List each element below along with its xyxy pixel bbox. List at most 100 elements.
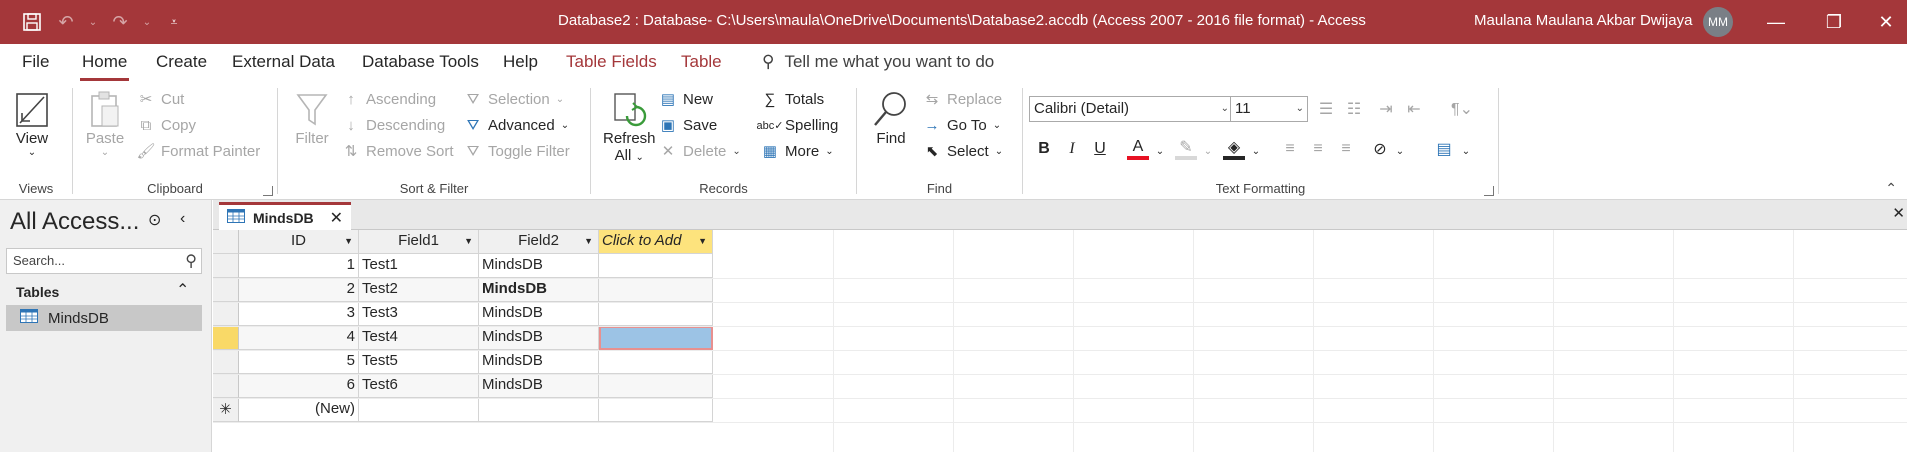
column-header-field1[interactable]: Field1 ▼ [359, 230, 479, 254]
undo-dropdown-icon[interactable]: ⌄ [88, 10, 98, 34]
table-row[interactable]: 5 Test5 MindsDB [213, 350, 713, 374]
record-selector[interactable] [213, 278, 239, 302]
nav-item-mindsdb[interactable]: MindsDB [6, 305, 202, 331]
cell-id[interactable]: 3 [239, 302, 359, 326]
close-tab-icon[interactable]: ✕ [330, 208, 343, 228]
tab-table-fields[interactable]: Table Fields [566, 52, 657, 72]
save-icon[interactable] [20, 10, 44, 34]
advanced-button[interactable]: ⛛ Advanced ⌄ [464, 116, 569, 134]
align-center-icon[interactable]: ≡ [1307, 138, 1329, 160]
column-header-id[interactable]: ID ▼ [239, 230, 359, 254]
bullets-icon[interactable]: ☰ [1315, 98, 1337, 120]
redo-icon[interactable]: ↷ [108, 10, 132, 34]
toggle-filter-button[interactable]: ⛛ Toggle Filter [464, 142, 570, 160]
chevron-down-icon[interactable]: ⌄ [1389, 140, 1411, 162]
column-header-field2[interactable]: Field2 ▼ [479, 230, 599, 254]
record-selector[interactable] [213, 254, 239, 278]
increase-indent-icon[interactable]: ⇥ [1375, 98, 1397, 120]
record-selector[interactable] [213, 302, 239, 326]
spelling-button[interactable]: abc✓ Spelling [757, 116, 839, 134]
select-all-corner[interactable] [213, 230, 239, 254]
more-button[interactable]: ▦ More ⌄ [761, 142, 834, 161]
record-selector[interactable] [213, 374, 239, 398]
tell-me-search[interactable]: ⚲ Tell me what you want to do [762, 52, 994, 72]
view-button[interactable]: View ⌄ [12, 90, 52, 158]
tab-external-data[interactable]: External Data [232, 52, 335, 72]
highlight-icon[interactable]: ✎ [1175, 138, 1197, 160]
record-selector[interactable] [213, 350, 239, 374]
font-color-icon[interactable]: A [1127, 138, 1149, 160]
copy-button[interactable]: ⧉ Copy [137, 116, 196, 134]
close-document-icon[interactable]: ✕ [1892, 204, 1905, 222]
tab-database-tools[interactable]: Database Tools [362, 52, 479, 72]
customize-qat-icon[interactable]: ⩡ [162, 10, 186, 34]
cell-field1[interactable]: Test3 [359, 302, 479, 326]
nav-section-tables[interactable]: Tables [16, 284, 59, 300]
cell-field1[interactable]: Test1 [359, 254, 479, 278]
table-row[interactable]: 6 Test6 MindsDB [213, 374, 713, 398]
cell-field1[interactable]: Test6 [359, 374, 479, 398]
cell-add[interactable] [599, 278, 713, 302]
italic-icon[interactable]: I [1061, 138, 1083, 160]
redo-dropdown-icon[interactable]: ⌄ [142, 10, 152, 34]
cell-field1[interactable]: Test2 [359, 278, 479, 302]
cell-id[interactable]: 4 [239, 326, 359, 350]
cell-id[interactable]: 5 [239, 350, 359, 374]
avatar[interactable]: MM [1703, 7, 1733, 37]
chevron-down-icon[interactable]: ⌄ [1245, 140, 1267, 162]
table-row[interactable]: 1 Test1 MindsDB [213, 254, 713, 278]
tab-create[interactable]: Create [156, 52, 207, 72]
undo-icon[interactable]: ↶ [54, 10, 78, 34]
user-name[interactable]: Maulana Maulana Akbar Dwijaya [1474, 12, 1692, 29]
record-selector-current[interactable] [213, 326, 239, 350]
cell-field2[interactable]: MindsDB [479, 350, 599, 374]
cell-add[interactable] [599, 350, 713, 374]
underline-icon[interactable]: U [1089, 138, 1111, 160]
cell-field2[interactable]: MindsDB [479, 302, 599, 326]
cell-field2[interactable] [479, 398, 599, 422]
cell-field2[interactable]: MindsDB [479, 326, 599, 350]
delete-record-button[interactable]: ✕ Delete ⌄ [659, 142, 741, 161]
replace-button[interactable]: ⇆ Replace [923, 90, 1002, 109]
selection-button[interactable]: ⛛ Selection ⌄ [464, 90, 564, 108]
dialog-launcher-icon[interactable] [1484, 186, 1494, 196]
alternate-row-color-icon[interactable]: ▤ [1433, 138, 1455, 160]
tab-home[interactable]: Home [79, 52, 130, 81]
column-header-click-to-add[interactable]: Click to Add ▼ [599, 230, 713, 254]
minimize-icon[interactable]: — [1756, 8, 1796, 36]
cell-add[interactable] [599, 254, 713, 278]
new-record-button[interactable]: ▤ New [659, 90, 713, 109]
dialog-launcher-icon[interactable] [263, 186, 273, 196]
font-size-combo[interactable]: 11 ⌄ [1230, 96, 1308, 122]
cell-id[interactable]: 6 [239, 374, 359, 398]
select-button[interactable]: ⬉ Select ⌄ [923, 142, 1003, 161]
totals-button[interactable]: ∑ Totals [761, 90, 825, 108]
descending-button[interactable]: ↓ Descending [342, 116, 445, 134]
chevron-down-icon[interactable]: ⌄ [1197, 140, 1219, 162]
new-record-asterisk-icon[interactable]: ✳ [213, 398, 239, 422]
cell-id-new[interactable]: (New) [239, 398, 359, 422]
cut-button[interactable]: ✂ Cut [137, 90, 185, 109]
align-right-icon[interactable]: ≡ [1335, 138, 1357, 160]
table-row[interactable]: 2 Test2 MindsDB [213, 278, 713, 302]
ascending-button[interactable]: ↑ Ascending [342, 90, 436, 108]
table-row[interactable]: 3 Test3 MindsDB [213, 302, 713, 326]
cell-add[interactable] [599, 398, 713, 422]
cell-add[interactable] [599, 302, 713, 326]
font-name-combo[interactable]: Calibri (Detail) ⌄ [1029, 96, 1233, 122]
bold-icon[interactable]: B [1033, 138, 1055, 160]
cell-field2[interactable]: MindsDB [479, 278, 599, 302]
cell-field1[interactable]: Test5 [359, 350, 479, 374]
refresh-all-button[interactable]: Refresh All ⌄ [603, 90, 656, 164]
save-record-button[interactable]: ▣ Save [659, 116, 717, 135]
tab-table[interactable]: Table [681, 52, 722, 72]
close-icon[interactable]: ✕ [1868, 8, 1904, 36]
tab-help[interactable]: Help [503, 52, 538, 72]
paste-button[interactable]: Paste ⌄ [85, 90, 125, 158]
cell-add[interactable] [599, 374, 713, 398]
dropdown-arrow-icon[interactable]: ▼ [584, 236, 593, 246]
filter-button[interactable]: Filter [292, 90, 332, 147]
shutter-bar-close-icon[interactable]: ‹ [180, 210, 185, 228]
dropdown-arrow-icon[interactable]: ▼ [698, 236, 707, 246]
align-left-icon[interactable]: ≡ [1279, 138, 1301, 160]
